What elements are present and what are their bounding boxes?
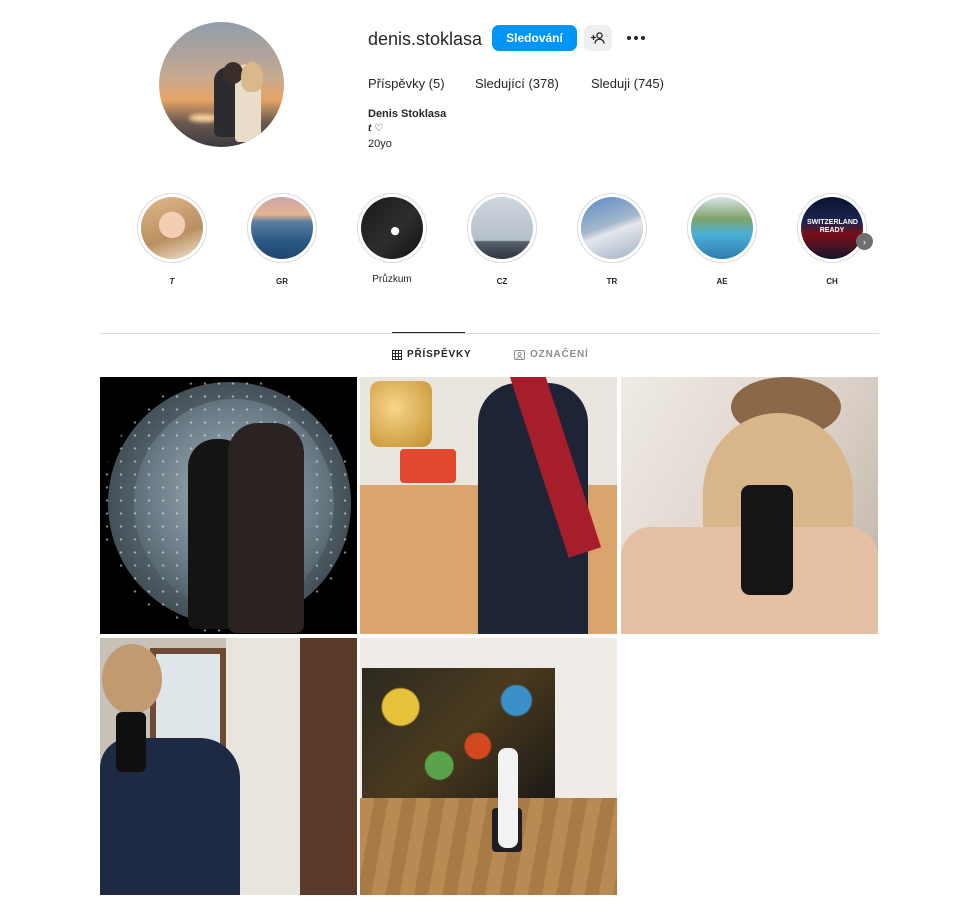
highlight-label: AE xyxy=(716,277,728,286)
more-dots-icon xyxy=(634,36,638,40)
chevron-right-icon: › xyxy=(863,236,866,247)
post-photo-detail xyxy=(362,668,555,798)
highlight-label: Průzkum xyxy=(372,274,412,285)
post-photo-detail xyxy=(370,381,432,447)
story-highlight[interactable]: CZ xyxy=(467,193,537,286)
highlight-ring xyxy=(137,193,207,263)
highlight-label: CH xyxy=(826,277,838,286)
tab-posts[interactable]: PŘÍSPĚVKY xyxy=(392,349,471,360)
highlight-overlay-text: SWITZERLAND READY xyxy=(807,219,858,234)
posts-count: Příspěvky (5) xyxy=(368,76,445,91)
highlight-ring xyxy=(247,193,317,263)
highlight-cover xyxy=(691,197,753,259)
profile-bio-age: 20yo xyxy=(368,138,392,150)
story-highlight[interactable]: GR xyxy=(247,193,317,286)
post-thumbnail[interactable] xyxy=(621,377,878,634)
active-tab-indicator xyxy=(392,332,465,333)
following-button[interactable]: Sledování xyxy=(492,25,577,51)
profile-username: denis.stoklasa xyxy=(368,29,483,49)
highlight-cover xyxy=(581,197,643,259)
tagged-person-icon xyxy=(514,349,525,360)
following-link[interactable]: Sleduji (745) xyxy=(591,76,664,91)
highlight-cover xyxy=(471,197,533,259)
post-thumbnail[interactable] xyxy=(100,377,357,634)
tab-tagged-label: OZNAČENÍ xyxy=(530,349,589,360)
post-photo-detail xyxy=(498,748,518,848)
more-options-button[interactable] xyxy=(623,26,649,50)
post-photo-detail xyxy=(741,485,793,595)
story-highlight[interactable]: T xyxy=(137,193,207,286)
post-photo-detail xyxy=(400,449,456,483)
highlight-ring xyxy=(357,193,427,263)
grid-icon xyxy=(392,349,402,360)
tab-posts-label: PŘÍSPĚVKY xyxy=(407,349,472,360)
story-highlight[interactable]: Průzkum xyxy=(357,193,427,285)
highlight-ring xyxy=(687,193,757,263)
avatar-photo-detail xyxy=(223,62,243,84)
highlight-cover xyxy=(141,197,203,259)
post-photo-detail xyxy=(360,798,617,895)
post-photo-detail xyxy=(300,638,357,895)
profile-avatar[interactable] xyxy=(159,22,284,147)
suggested-accounts-button[interactable] xyxy=(584,25,612,51)
tab-tagged[interactable]: OZNAČENÍ xyxy=(514,349,589,360)
post-thumbnail[interactable] xyxy=(360,377,617,634)
more-dots-icon xyxy=(641,36,645,40)
story-highlight[interactable]: TR xyxy=(577,193,647,286)
highlight-ring: SWITZERLAND READY xyxy=(797,193,867,263)
followers-link[interactable]: Sledující (378) xyxy=(475,76,559,91)
profile-bio-line: t ♡ xyxy=(368,123,384,134)
highlight-label: TR xyxy=(606,277,618,286)
highlight-ring xyxy=(577,193,647,263)
highlight-label: CZ xyxy=(496,277,508,286)
profile-full-name: Denis Stoklasa xyxy=(368,108,447,120)
post-thumbnail[interactable] xyxy=(100,638,357,895)
post-thumbnail[interactable] xyxy=(360,638,617,895)
post-photo-detail xyxy=(116,712,146,772)
story-highlight[interactable]: AE xyxy=(687,193,757,286)
post-photo-detail xyxy=(228,423,304,633)
highlight-label: T xyxy=(169,277,175,286)
highlight-ring xyxy=(467,193,537,263)
add-person-icon xyxy=(591,32,605,44)
tabs-divider xyxy=(100,333,879,334)
highlight-cover xyxy=(251,197,313,259)
post-photo-detail xyxy=(102,644,162,714)
more-dots-icon xyxy=(627,36,631,40)
highlight-cover: SWITZERLAND READY xyxy=(801,197,863,259)
avatar-photo-detail xyxy=(241,62,263,92)
highlights-next-button[interactable]: › xyxy=(856,233,873,250)
highlight-label: GR xyxy=(276,277,288,286)
highlight-cover xyxy=(361,197,423,259)
